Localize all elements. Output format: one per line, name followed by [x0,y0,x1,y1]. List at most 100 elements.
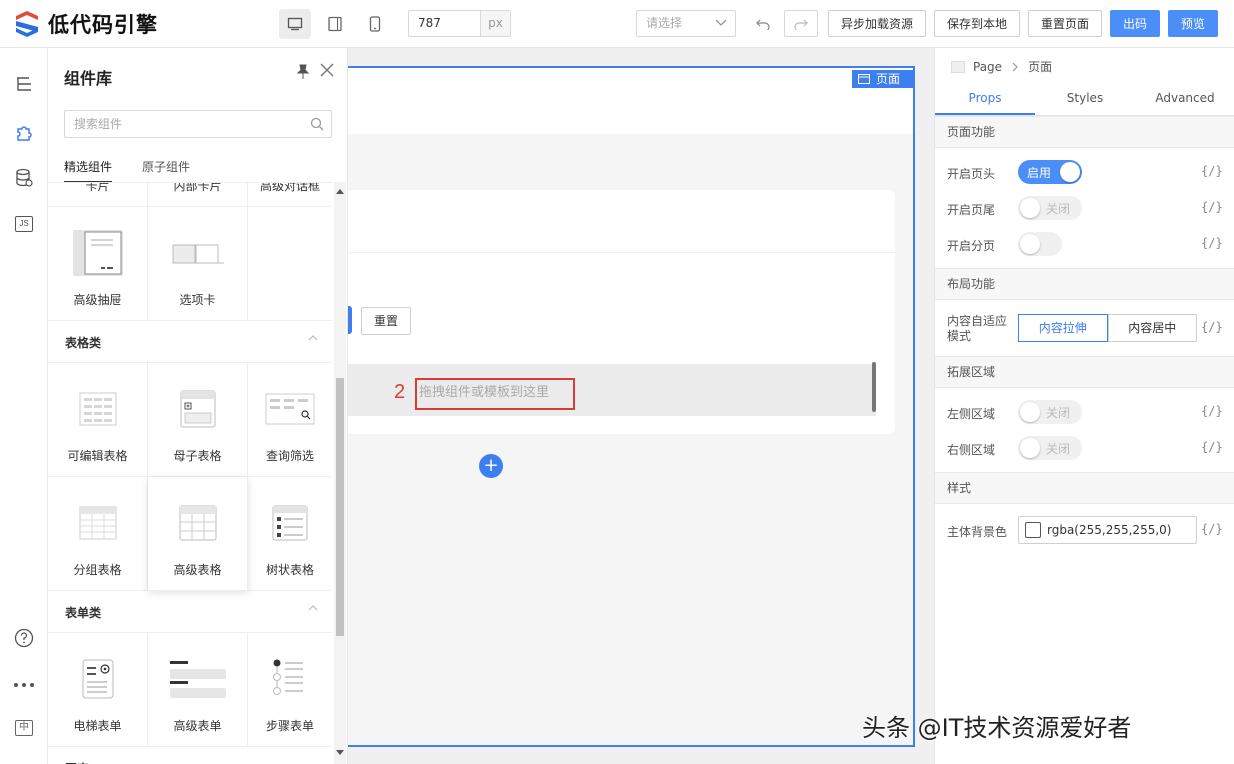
bg-color-input[interactable]: rgba(255,255,255,0) [1018,516,1197,544]
locale-select[interactable]: 请选择 [636,10,736,37]
right-area-toggle[interactable]: 关闭 [1018,436,1082,460]
tab-advanced[interactable]: Advanced [1135,82,1234,115]
paging-code-button[interactable]: {/} [1201,236,1223,250]
footer-toggle[interactable]: 关闭 [1018,196,1082,220]
tabs-icon [172,244,224,264]
undo-button[interactable] [746,10,780,37]
tablet-view-button[interactable] [319,9,351,39]
component-grid-cards: 卡片 内部卡片 高级对话框 [48,183,332,207]
undo-icon [756,19,770,30]
category-chart[interactable]: 图表 [48,747,332,764]
footer-code-button[interactable]: {/} [1201,200,1223,214]
bg-color-code-button[interactable]: {/} [1201,522,1223,536]
component-editable-table[interactable]: 可编辑表格 [48,363,148,477]
preview-button[interactable]: 预览 [1168,10,1218,37]
async-load-button[interactable]: 异步加载资源 [828,10,926,37]
component-query-filter[interactable]: 查询筛选 [248,363,332,477]
section-page-features[interactable]: 页面功能 [935,116,1234,148]
redo-button[interactable] [784,10,818,37]
library-scrollbar[interactable] [334,182,346,764]
outline-tree-icon[interactable] [12,72,36,96]
desktop-view-button[interactable] [279,9,311,39]
canvas-width-unit: px [480,11,510,36]
js-icon[interactable]: JS [12,212,36,236]
save-local-button[interactable]: 保存到本地 [934,10,1020,37]
add-block-button[interactable]: + [479,454,503,478]
component-parent-child-table[interactable]: 母子表格 [148,363,248,477]
category-label: 表单类 [65,606,102,620]
component-puzzle-icon[interactable] [12,120,36,144]
component-tree-table[interactable]: 树状表格 [248,477,332,591]
lang-label: 中 [15,720,33,736]
category-form[interactable]: 表单类 [48,591,332,633]
scrollbar-thumb[interactable] [336,378,344,636]
toggle-knob [1060,162,1080,182]
component-name: 分组表格 [73,563,122,577]
library-title: 组件库 [64,69,113,88]
scroll-down-icon [336,750,344,755]
component-tabs[interactable]: 选项卡 [148,207,248,321]
close-icon[interactable] [319,62,335,78]
redo-icon [794,19,808,30]
tab-atomic[interactable]: 原子组件 [142,158,190,183]
page-icon [858,74,870,84]
pin-icon[interactable] [296,64,310,80]
datasource-icon[interactable] [12,166,36,190]
canvas-width-value[interactable]: 787 [409,11,480,36]
paging-toggle[interactable] [1018,232,1062,256]
page-frame[interactable]: 页面 重置 拖拽组件或模板到这里 2 + [348,66,915,747]
help-icon[interactable] [12,626,36,650]
export-code-button[interactable]: 出码 [1110,10,1160,37]
language-icon[interactable]: 中 [12,716,36,740]
color-swatch[interactable] [1025,522,1041,538]
tab-featured[interactable]: 精选组件 [64,158,113,183]
breadcrumb-current[interactable]: 页面 [1028,58,1052,75]
component-advanced-table[interactable]: 高级表格 [148,477,248,591]
component-group-table[interactable]: 分组表格 [48,477,148,591]
tab-props[interactable]: Props [935,82,1035,115]
search-icon [310,117,324,131]
left-area-code-button[interactable]: {/} [1201,404,1223,418]
toggle-state: 关闭 [1046,202,1071,216]
mobile-view-button[interactable] [359,9,391,39]
reset-page-button[interactable]: 重置页面 [1028,10,1102,37]
component-search-input[interactable]: 搜索组件 [64,110,332,138]
component-advanced-form[interactable]: 高级表单 [148,633,248,747]
component-list: 卡片 内部卡片 高级对话框 高级抽屉 选项卡 表格类 可编辑表格 母子表格 查询… [48,182,332,764]
page-selection-tag[interactable]: 页面 [852,70,913,88]
page-header-area[interactable] [348,68,913,134]
header-toggle[interactable]: 启用 [1018,160,1082,184]
option-stretch[interactable]: 内容拉伸 [1018,314,1108,342]
tablet-icon [328,16,342,32]
tab-styles[interactable]: Styles [1035,82,1135,115]
primary-button-edge[interactable] [348,306,352,334]
section-style[interactable]: 样式 [935,472,1234,504]
option-center[interactable]: 内容居中 [1107,314,1197,342]
page-node-icon [951,60,965,73]
right-area-code-button[interactable]: {/} [1201,440,1223,454]
component-card[interactable]: 卡片 [48,183,148,207]
mobile-icon [369,16,381,32]
component-step-form[interactable]: 步骤表单 [248,633,332,747]
annotation-box-2 [415,378,575,410]
component-advanced-dialog[interactable]: 高级对话框 [248,183,332,207]
canvas-width-input[interactable]: 787 px [408,10,511,37]
section-extend-area[interactable]: 拓展区域 [935,356,1234,388]
prop-label-paging: 开启分页 [947,239,996,253]
reset-button[interactable]: 重置 [361,307,411,335]
page-tag-label: 页面 [876,72,901,86]
adaptive-code-button[interactable]: {/} [1201,320,1223,334]
component-name: 电梯表单 [73,719,122,733]
more-icon[interactable] [12,673,36,697]
category-table[interactable]: 表格类 [48,321,332,363]
component-inner-card[interactable]: 内部卡片 [148,183,248,207]
component-advanced-drawer[interactable]: 高级抽屉 [48,207,148,321]
category-label: 表格类 [65,336,102,350]
component-elevator-form[interactable]: 电梯表单 [48,633,148,747]
left-area-toggle[interactable]: 关闭 [1018,400,1082,424]
section-layout[interactable]: 布局功能 [935,268,1234,300]
prop-label-adaptive: 内容自适应模式 [947,314,1008,343]
advanced-form-icon [169,661,226,698]
header-code-button[interactable]: {/} [1201,164,1223,178]
breadcrumb-root[interactable]: Page [973,60,1002,74]
